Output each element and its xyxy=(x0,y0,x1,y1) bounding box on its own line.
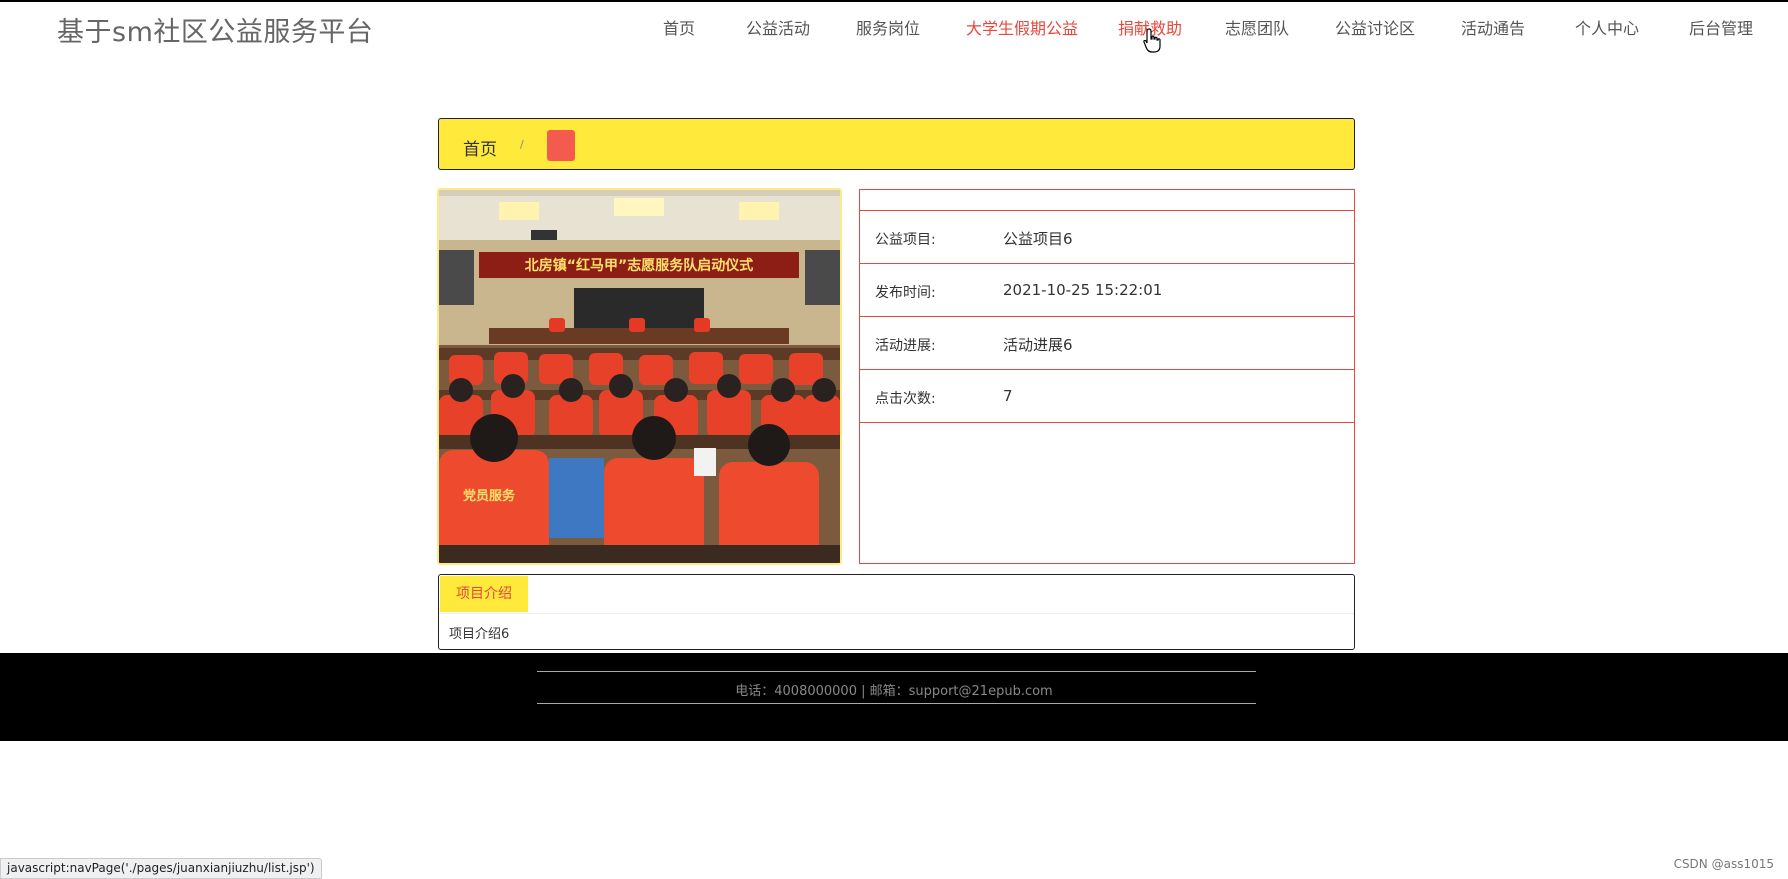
footer-contact: 电话：4008000000 | 邮箱：support@21epub.com xyxy=(735,684,1053,699)
clicks-value: 7 xyxy=(1003,387,1013,405)
footer-top-rule xyxy=(537,671,1256,672)
project-label: 公益项目: xyxy=(875,232,936,248)
breadcrumb-separator: / xyxy=(520,138,524,151)
progress-label: 活动进展: xyxy=(875,338,936,354)
detail-row-clicks: 点击次数: 7 xyxy=(860,370,1354,423)
watermark: CSDN @ass1015 xyxy=(1673,857,1774,871)
project-value: 公益项目6 xyxy=(1003,230,1073,248)
project-photo: 北房镇“红马甲”志愿服务队启动仪式 党员服务 xyxy=(437,188,842,565)
publish-time-label: 发布时间: xyxy=(875,285,936,301)
photo-banner-text: 北房镇“红马甲”志愿服务队启动仪式 xyxy=(525,257,753,274)
detail-header-row xyxy=(860,190,1354,211)
footer-bottom-rule xyxy=(537,703,1256,704)
nav-announcements[interactable]: 活动通告 xyxy=(1461,15,1525,39)
project-detail-table: 公益项目: 公益项目6 发布时间: 2021-10-25 15:22:01 活动… xyxy=(859,189,1355,564)
detail-row-progress: 活动进展: 活动进展6 xyxy=(860,317,1354,370)
detail-row-publish-time: 发布时间: 2021-10-25 15:22:01 xyxy=(860,264,1354,317)
breadcrumb: 首页 / xyxy=(438,118,1355,170)
window-top-border xyxy=(0,0,1788,2)
nav-admin[interactable]: 后台管理 xyxy=(1689,15,1753,39)
breadcrumb-current-marker xyxy=(547,130,575,161)
nav-volunteer-teams[interactable]: 志愿团队 xyxy=(1225,15,1289,39)
publish-time-value: 2021-10-25 15:22:01 xyxy=(1003,281,1163,299)
project-intro-text: 项目介绍6 xyxy=(449,627,510,642)
nav-home[interactable]: 首页 xyxy=(663,15,695,39)
clicks-label: 点击次数: xyxy=(875,391,936,407)
site-title: 基于sm社区公益服务平台 xyxy=(57,17,374,48)
nav-student-holiday-charity[interactable]: 大学生假期公益 xyxy=(966,15,1078,39)
breadcrumb-home[interactable]: 首页 xyxy=(463,135,497,160)
photo-vest-text: 党员服务 xyxy=(463,488,516,504)
intro-divider xyxy=(439,613,1354,614)
browser-status-bar: javascript:navPage('./pages/juanxianjiuz… xyxy=(0,858,322,879)
hand-cursor-icon xyxy=(1143,28,1161,53)
project-intro-panel: 项目介绍 项目介绍6 xyxy=(438,574,1355,650)
detail-row-project: 公益项目: 公益项目6 xyxy=(860,211,1354,264)
nav-service-posts[interactable]: 服务岗位 xyxy=(856,15,920,39)
nav-public-activities[interactable]: 公益活动 xyxy=(746,15,810,39)
volunteer-meeting-photo: 北房镇“红马甲”志愿服务队启动仪式 党员服务 xyxy=(439,190,840,563)
progress-value: 活动进展6 xyxy=(1003,336,1073,354)
footer: 电话：4008000000 | 邮箱：support@21epub.com xyxy=(0,653,1788,741)
nav-forum[interactable]: 公益讨论区 xyxy=(1335,15,1415,39)
tab-project-intro[interactable]: 项目介绍 xyxy=(440,576,528,612)
nav-personal-center[interactable]: 个人中心 xyxy=(1575,15,1639,39)
